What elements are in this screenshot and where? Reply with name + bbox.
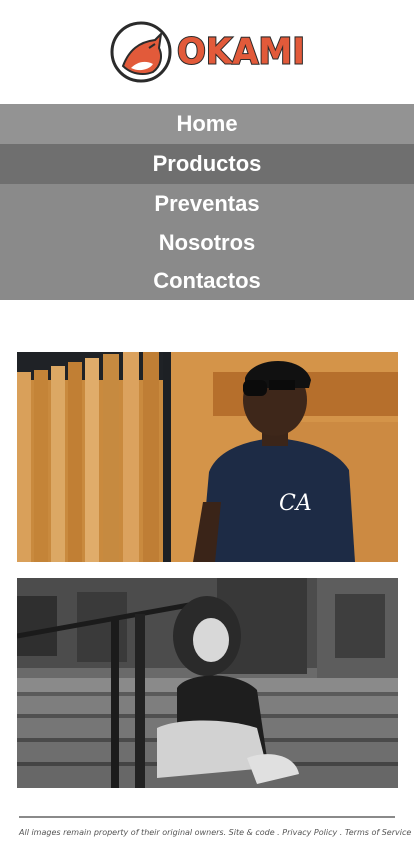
brand-name: OKAMI (176, 30, 306, 74)
site-header: OKAMI (0, 0, 414, 104)
site-footer: All images remain property of their orig… (19, 816, 412, 837)
footer-divider (19, 816, 395, 818)
shirt-print: CA (279, 491, 312, 516)
fox-head-icon (109, 20, 173, 84)
footer-text: All images remain property of their orig… (19, 828, 412, 837)
nav-item-home[interactable]: Home (0, 104, 414, 144)
nav-item-contactos[interactable]: Contactos (0, 262, 414, 300)
woman-on-stairs-photo (17, 578, 398, 788)
nav-item-nosotros[interactable]: Nosotros (0, 224, 414, 262)
brand-logo[interactable]: OKAMI (109, 20, 306, 84)
nav-item-productos[interactable]: Productos (0, 144, 414, 184)
photo-gallery: CA (17, 352, 398, 788)
man-in-sunglasses-photo: CA (17, 352, 398, 562)
main-nav: Home Productos Preventas Nosotros Contac… (0, 104, 414, 300)
nav-item-preventas[interactable]: Preventas (0, 184, 414, 224)
